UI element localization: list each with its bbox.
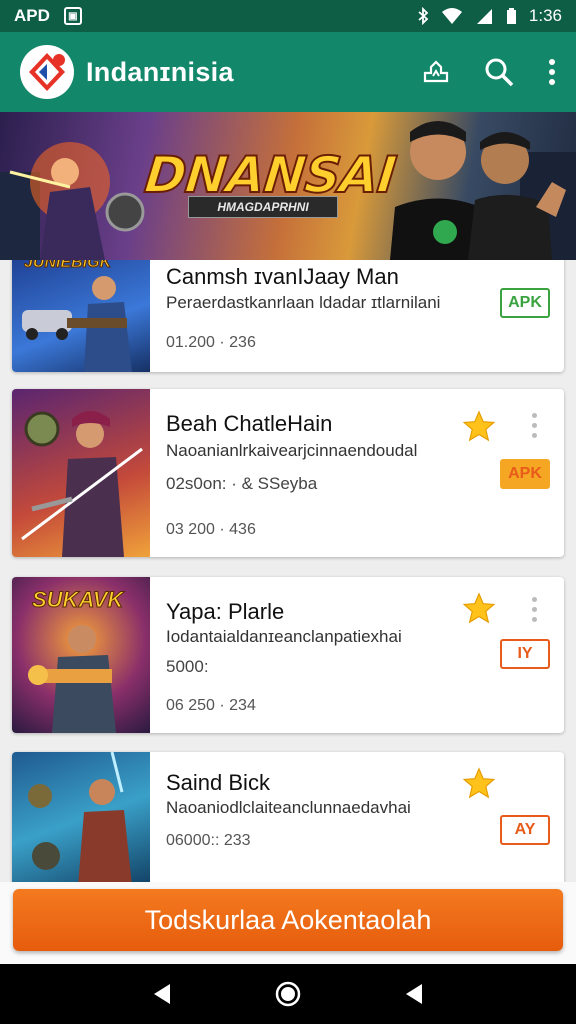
app-description: Iodantaialdanɪeanclanpatiexhai [166, 627, 402, 646]
status-time: 1:36 [528, 6, 562, 25]
app-bar: Indanɪnisia [0, 32, 576, 112]
rank-icon[interactable] [422, 59, 450, 85]
app-meta: 06000:: 233 [166, 832, 251, 849]
banner-subtitle: HMAGDAPRHNI [188, 196, 338, 218]
app-meta: 03 200 · 436 [166, 521, 256, 538]
system-nav-bar [0, 964, 576, 1024]
logo-icon[interactable] [20, 45, 74, 99]
recents-icon[interactable] [402, 982, 426, 1006]
app-title: Canmsh ɪvanIJaay Man [166, 264, 399, 289]
more-options-icon[interactable] [530, 413, 538, 438]
more-options-icon[interactable] [530, 597, 538, 622]
apk-badge[interactable]: APK [500, 288, 550, 318]
app-title: Yapa: Plarle [166, 599, 285, 624]
bluetooth-icon [418, 7, 429, 25]
star-icon[interactable] [462, 409, 496, 443]
app-description: Naoaniodlclaiteanclunnaedavhai [166, 798, 411, 817]
app-extra-info: 5000: [166, 657, 209, 676]
thumbnail-logo-text: SUKAVK [31, 587, 124, 613]
install-button[interactable]: Todskurlaa Aokentaolah [13, 889, 563, 951]
star-icon[interactable] [462, 591, 496, 625]
notification-icon: ▣ [63, 7, 82, 25]
back-icon[interactable] [150, 982, 174, 1006]
wifi-icon [441, 8, 462, 24]
game-thumbnail [12, 752, 150, 882]
list-item[interactable]: JUNIEBIGK Canmsh ɪvanIJaay Man Peraerdas… [12, 260, 564, 372]
status-left-text: APD [14, 6, 50, 25]
app-title: Saind Bick [166, 770, 270, 795]
game-thumbnail: SUKAVK [12, 577, 150, 733]
thumbnail-logo-text: JUNIEBIGK [23, 260, 112, 272]
promo-banner[interactable]: DNANSAI HMAGDAPRHNI [0, 112, 576, 260]
list-item[interactable]: SUKAVK Yapa: Plarle Iodantaialdanɪeancla… [12, 577, 564, 733]
app-extra-info: 02s0on: · & SSeyba [166, 474, 318, 493]
apk-badge[interactable]: IY [500, 639, 550, 669]
signal-icon [476, 9, 492, 24]
more-vert-icon[interactable] [548, 58, 556, 86]
app-description: Naoanianlrkaivearjcinnaendoudal [166, 441, 418, 460]
apk-badge[interactable]: AY [500, 815, 550, 845]
app-meta: 06 250 · 234 [166, 697, 256, 714]
search-icon[interactable] [484, 57, 514, 87]
game-thumbnail: JUNIEBIGK [12, 260, 150, 372]
app-title: Indanɪnisia [86, 56, 234, 87]
game-thumbnail [12, 389, 150, 557]
app-list: JUNIEBIGK Canmsh ɪvanIJaay Man Peraerdas… [0, 260, 576, 882]
app-meta: 01.200 · 236 [166, 334, 256, 351]
battery-icon [506, 8, 516, 24]
star-icon[interactable] [462, 766, 496, 800]
install-bar: Todskurlaa Aokentaolah [0, 882, 576, 964]
app-title: Beah ChatleHain [166, 411, 333, 436]
apk-badge[interactable]: APK [500, 459, 550, 489]
list-item[interactable]: Beah ChatleHain Naoanianlrkaivearjcinnae… [12, 389, 564, 557]
app-description: Peraerdastkanrlaan ldadar ɪtlarnilani [166, 293, 441, 312]
list-item[interactable]: Saind Bick Naoaniodlclaiteanclunnaedavha… [12, 752, 564, 882]
home-icon[interactable] [274, 980, 302, 1008]
status-bar: APD ▣ 1:36 [0, 0, 576, 32]
